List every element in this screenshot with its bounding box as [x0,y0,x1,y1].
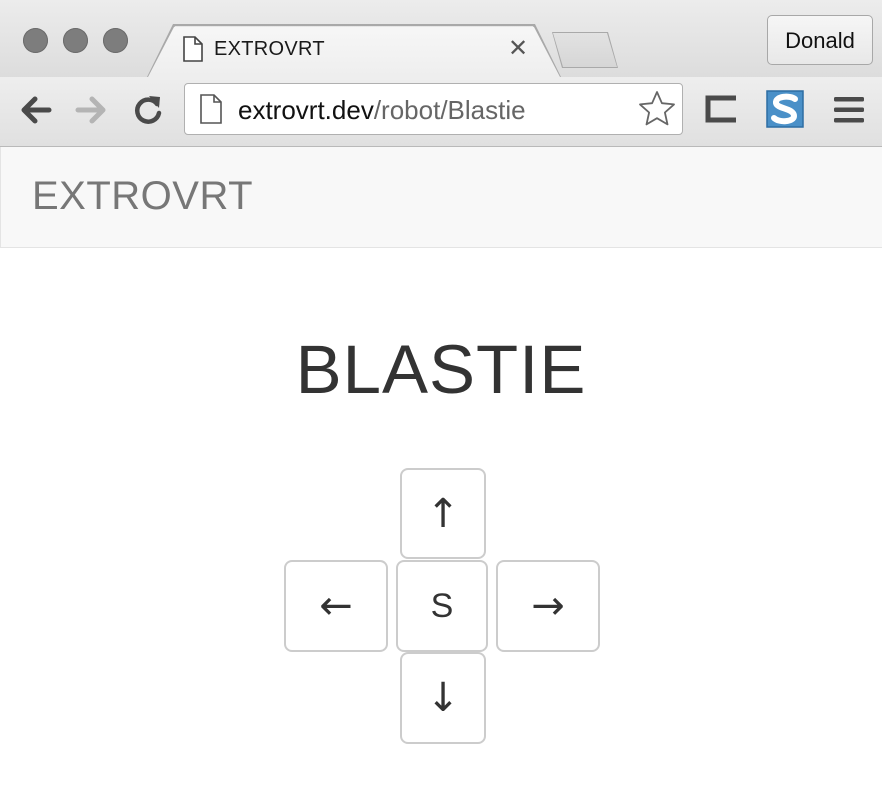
new-tab-button[interactable] [553,33,617,67]
bookmark-star-icon[interactable] [638,90,676,126]
menu-icon[interactable] [833,95,865,125]
reload-icon[interactable] [131,93,165,127]
move-up-button[interactable]: ↑ [400,468,486,559]
browser-chrome: EXTROVRT ✕ Donald extrovrt.dev/robot/Bla… [0,0,882,147]
address-url[interactable]: extrovrt.dev/robot/Blastie [238,95,526,126]
forward-arrow-icon[interactable] [75,94,109,126]
move-right-button[interactable]: → [496,560,600,652]
s-extension-icon[interactable] [766,90,804,128]
page-icon [183,36,203,62]
close-window-button[interactable] [23,28,48,53]
profile-button[interactable]: Donald [767,15,873,65]
url-host: extrovrt.dev [238,95,374,125]
robot-name-heading: BLASTIE [295,331,587,408]
tab-close-icon[interactable]: ✕ [508,35,528,63]
move-down-button[interactable]: ↓ [400,652,486,744]
tab-title: EXTROVRT [214,38,325,60]
url-path: /robot/Blastie [373,95,526,125]
zoom-window-button[interactable] [103,28,128,53]
back-arrow-icon[interactable] [18,94,52,126]
stop-button[interactable]: S [396,560,488,652]
tab-active[interactable] [148,27,560,77]
minimize-window-button[interactable] [63,28,88,53]
move-left-button[interactable]: ← [284,560,388,652]
navbar-brand[interactable]: EXTROVRT [32,174,253,219]
extension-icon[interactable] [704,94,738,124]
page-info-icon[interactable] [199,94,223,124]
